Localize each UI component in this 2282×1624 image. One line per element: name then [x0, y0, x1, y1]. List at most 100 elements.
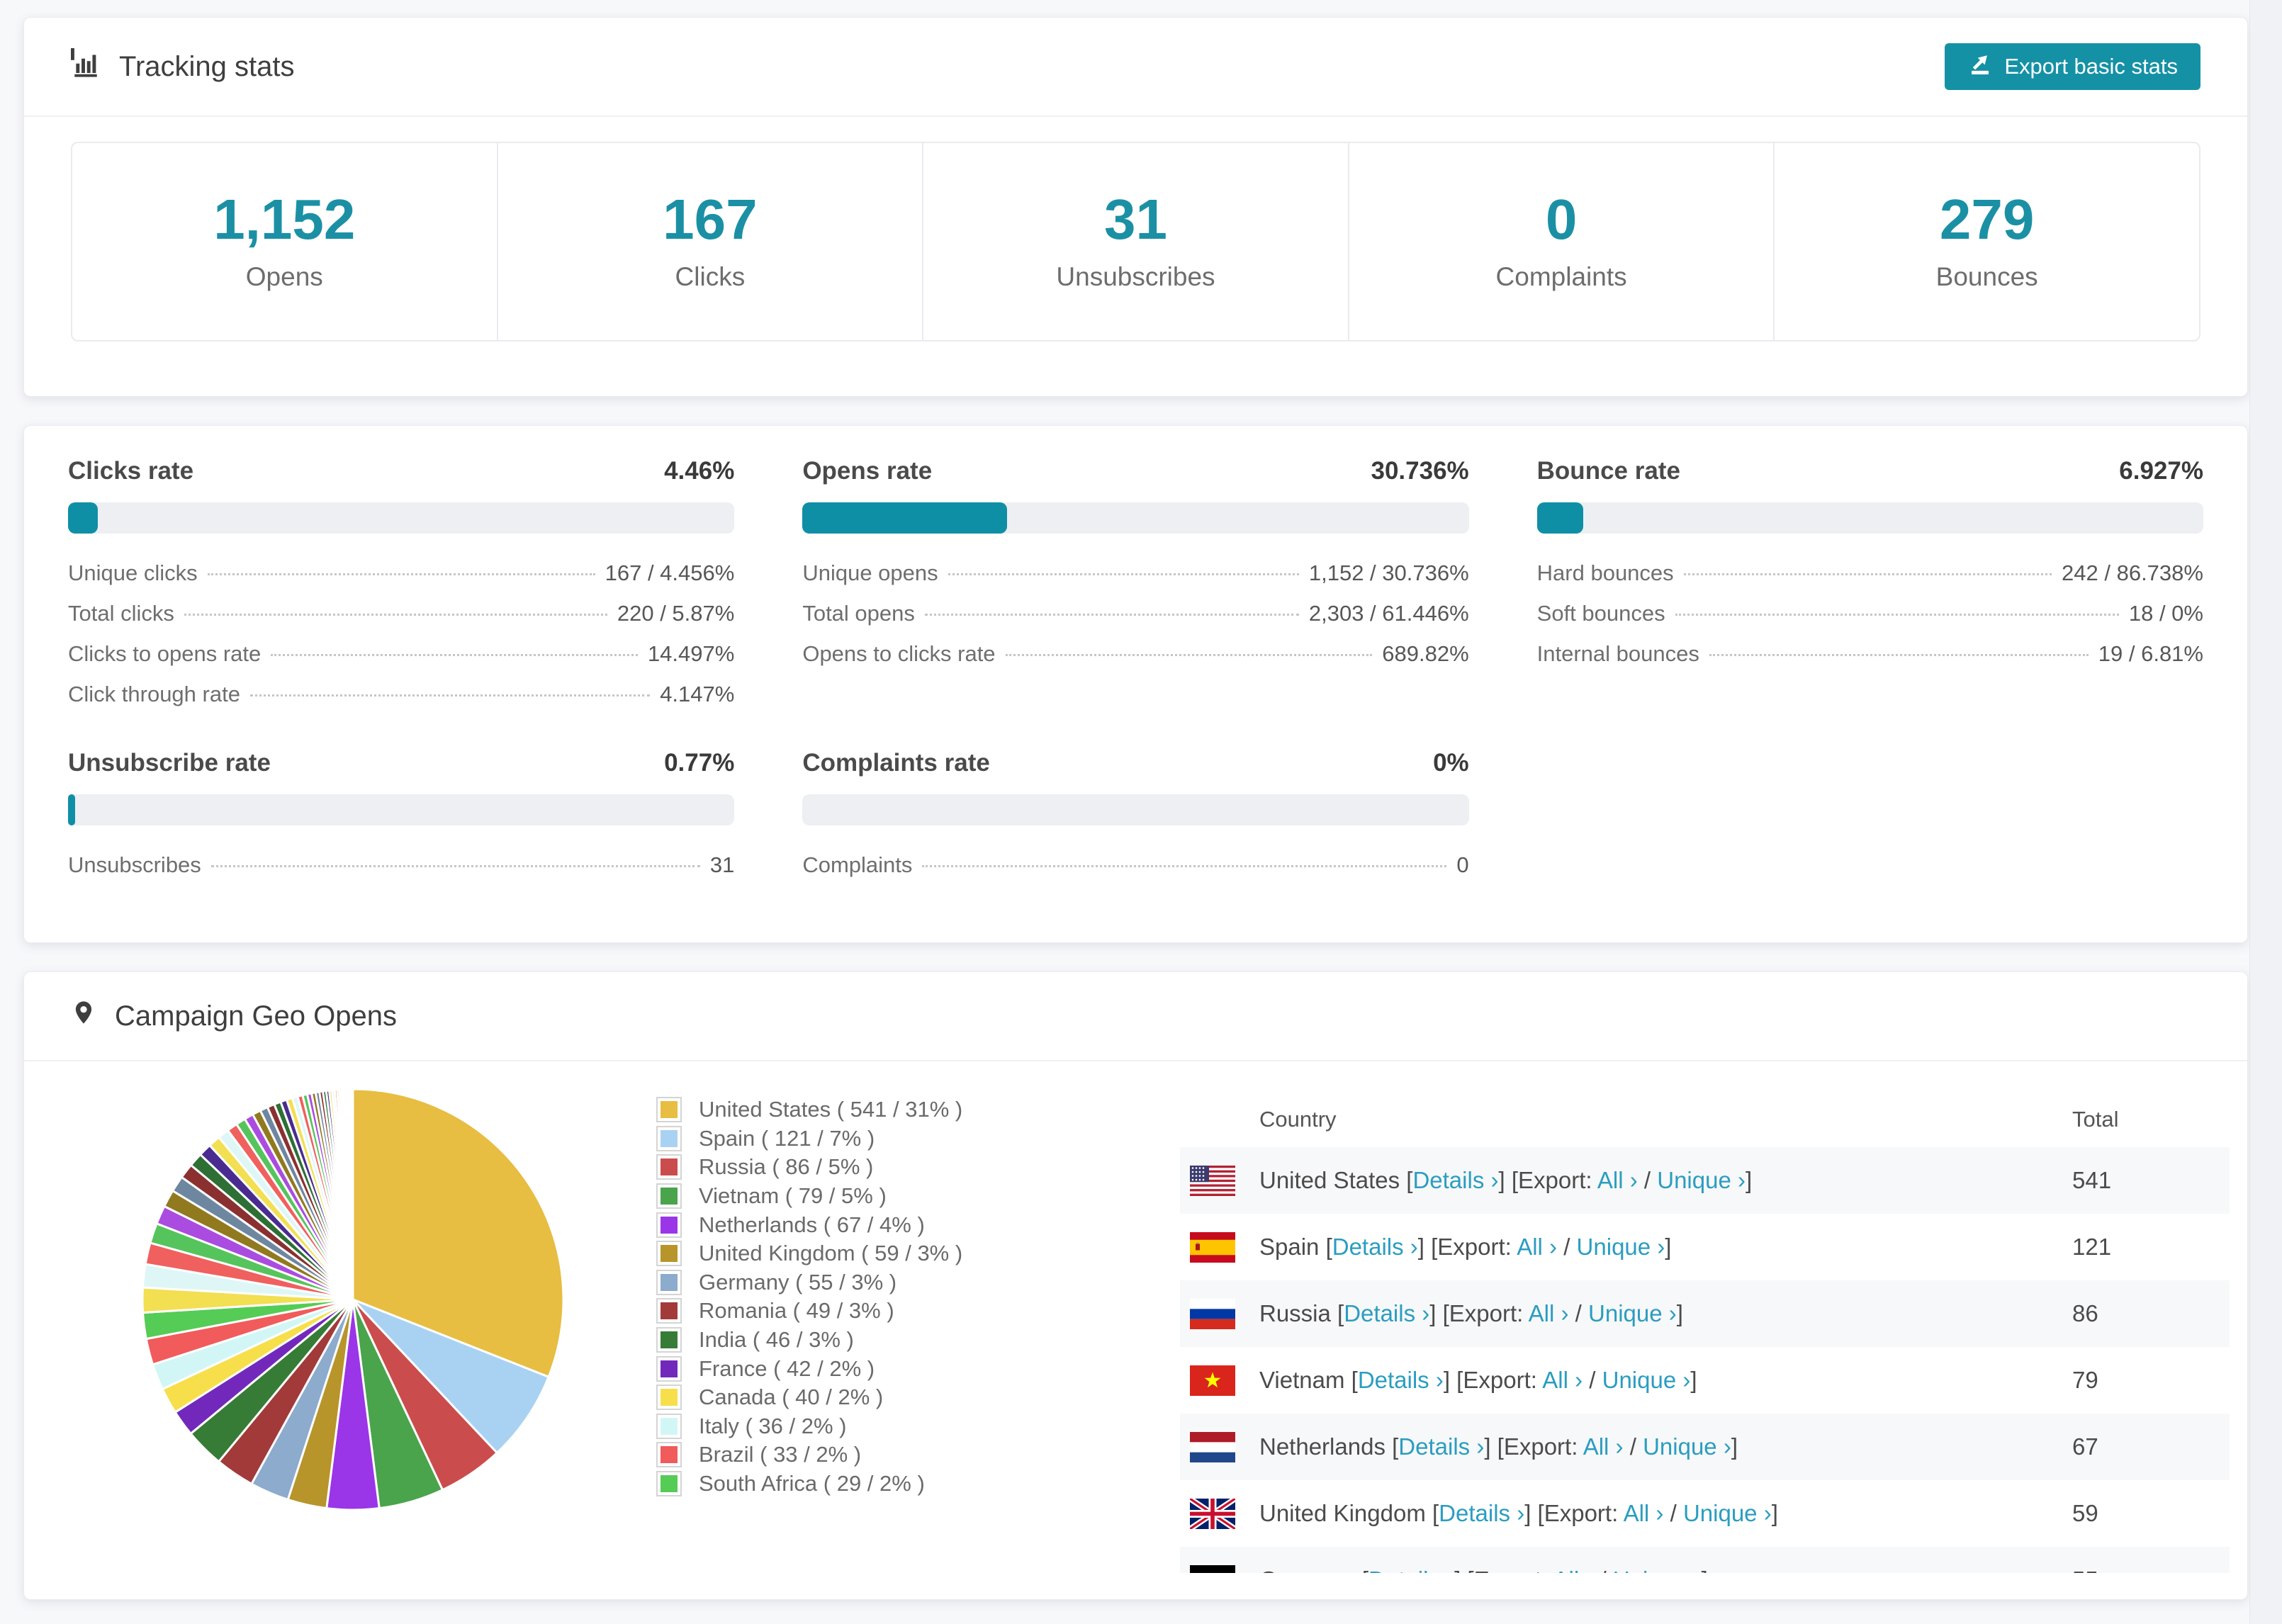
details-link[interactable]: Details › [1332, 1234, 1418, 1260]
export-all-link[interactable]: All › [1542, 1367, 1583, 1393]
export-unique-link[interactable]: Unique › [1613, 1567, 1702, 1573]
dotted-leader [924, 614, 1299, 616]
bracket: / [1623, 1433, 1643, 1460]
dotted-leader [1709, 654, 2089, 656]
country-flag-nl [1190, 1431, 1235, 1462]
rate-row: Click through rate 4.147% [68, 682, 734, 722]
details-link[interactable]: Details › [1398, 1433, 1484, 1460]
table-row-vn: Vietnam [Details ›] [Export: All › / Uni… [1180, 1347, 2230, 1414]
export-all-link[interactable]: All › [1624, 1500, 1664, 1526]
bracket: ] [1690, 1367, 1697, 1393]
bracket: ] [ [1498, 1167, 1518, 1193]
rate-row-label: Unsubscribes [68, 852, 201, 877]
country-cell: United Kingdom [Details ›] [Export: All … [1259, 1500, 1778, 1527]
progress-fill [1536, 502, 1583, 534]
legend-swatch [656, 1471, 682, 1497]
export-button-label: Export basic stats [2004, 54, 2178, 79]
total-value: 59 [2072, 1500, 2098, 1526]
legend-item: Romania ( 49 / 3% ) [656, 1297, 962, 1326]
summary-stats: 1,152 Opens 167 Clicks 31 Unsubscribes 0 Compla… [71, 142, 2200, 342]
total-value: 86 [2072, 1300, 2098, 1326]
country-flag-ru [1190, 1298, 1235, 1329]
rate-row-value: 242 / 86.738% [2062, 560, 2203, 585]
export-unique-link[interactable]: Unique › [1683, 1500, 1772, 1526]
legend-label: United States ( 541 / 31% ) [699, 1097, 963, 1122]
legend-label: United Kingdom ( 59 / 3% ) [699, 1241, 963, 1266]
progress-bar [802, 794, 1469, 825]
export-icon [1967, 51, 1993, 82]
legend-label: Netherlands ( 67 / 4% ) [699, 1212, 925, 1237]
stat-cell: 0 Complaints [1349, 143, 1775, 340]
geo-opens-header: Campaign Geo Opens [24, 972, 2247, 1061]
rate-row: Hard bounces 242 / 86.738% [1537, 560, 2203, 601]
rate-title: Unsubscribe rate [68, 749, 271, 777]
export-basic-stats-button[interactable]: Export basic stats [1945, 43, 2200, 90]
details-link[interactable]: Details › [1344, 1300, 1429, 1326]
table-row-us: United States [Details ›] [Export: All ›… [1180, 1147, 2230, 1214]
column-total: Total [2072, 1107, 2119, 1132]
details-link[interactable]: Details › [1412, 1167, 1498, 1193]
table-row-ru: Russia [Details ›] [Export: All › / Uniq… [1180, 1280, 2230, 1347]
country-name: Vietnam [1259, 1367, 1351, 1393]
rate-row: Internal bounces 19 / 6.81% [1537, 641, 2203, 682]
bracket: ] [1665, 1234, 1672, 1260]
rate-row: Clicks to opens rate 14.497% [68, 641, 734, 682]
rate-block-clicks: Clicks rate 4.46% Unique clicks 167 / 4.456… [68, 457, 735, 722]
export-unique-link[interactable]: Unique › [1577, 1234, 1665, 1260]
legend-item: India ( 46 / 3% ) [656, 1326, 962, 1355]
country-name: Spain [1259, 1234, 1326, 1260]
export-all-link[interactable]: All › [1553, 1567, 1593, 1573]
bracket: [ [1325, 1234, 1332, 1260]
progress-fill [802, 502, 1008, 534]
legend-label: Brazil ( 33 / 2% ) [699, 1442, 862, 1467]
progress-bar [68, 794, 735, 825]
rate-row-label: Hard bounces [1536, 560, 1674, 585]
details-link[interactable]: Details › [1358, 1367, 1444, 1393]
rate-row: Unique clicks 167 / 4.456% [68, 560, 734, 601]
export-unique-link[interactable]: Unique › [1643, 1433, 1731, 1460]
details-link[interactable]: Details › [1368, 1567, 1454, 1573]
bracket: ] [ [1484, 1433, 1504, 1460]
legend-item: South Africa ( 29 / 2% ) [656, 1470, 962, 1499]
page-scrollbar[interactable] [2249, 0, 2282, 1624]
export-all-link[interactable]: All › [1583, 1433, 1624, 1460]
country-cell: Germany [Details ›] [Export: All › / Uni… [1259, 1567, 1708, 1573]
table-row-nl: Netherlands [Details ›] [Export: All › /… [1180, 1414, 2230, 1480]
details-link[interactable]: Details › [1439, 1500, 1524, 1526]
progress-fill [68, 794, 75, 825]
rate-row-label: Clicks to opens rate [68, 641, 262, 666]
bracket: [ [1432, 1500, 1439, 1526]
bracket: [ [1392, 1433, 1399, 1460]
bracket: ] [1771, 1500, 1778, 1526]
bracket: / [1557, 1234, 1577, 1260]
export-unique-link[interactable]: Unique › [1602, 1367, 1691, 1393]
export-all-link[interactable]: All › [1517, 1234, 1557, 1260]
stat-label: Bounces [1935, 262, 2038, 291]
rate-title: Bounce rate [1536, 457, 1680, 485]
country-flag-de [1190, 1564, 1235, 1573]
rate-row-value: 220 / 5.87% [617, 601, 735, 626]
legend-item: Brazil ( 33 / 2% ) [656, 1440, 962, 1470]
bracket: ] [ [1429, 1300, 1449, 1326]
dotted-leader [922, 865, 1447, 867]
stat-value: 0 [1545, 188, 1578, 251]
country-cell: Vietnam [Details ›] [Export: All › / Uni… [1259, 1367, 1697, 1394]
export-all-link[interactable]: All › [1597, 1167, 1638, 1193]
progress-bar [1536, 502, 2203, 534]
legend-label: Russia ( 86 / 5% ) [699, 1154, 874, 1180]
legend-label: Romania ( 49 / 3% ) [699, 1298, 894, 1324]
bracket: ] [1731, 1433, 1738, 1460]
rate-value: 6.927% [2119, 457, 2203, 485]
stat-label: Clicks [675, 262, 746, 291]
country-cell: Spain [Details ›] [Export: All › / Uniqu… [1259, 1234, 1671, 1261]
rate-title: Opens rate [802, 457, 933, 485]
rate-row-label: Total opens [802, 601, 915, 626]
country-cell: Russia [Details ›] [Export: All › / Uniq… [1259, 1300, 1683, 1327]
country-flag-gb [1190, 1498, 1235, 1529]
export-all-link[interactable]: All › [1529, 1300, 1569, 1326]
export-unique-link[interactable]: Unique › [1588, 1300, 1677, 1326]
rate-row-label: Soft bounces [1536, 601, 1665, 626]
legend-swatch [656, 1183, 682, 1209]
export-unique-link[interactable]: Unique › [1657, 1167, 1746, 1193]
legend-swatch [656, 1097, 682, 1123]
